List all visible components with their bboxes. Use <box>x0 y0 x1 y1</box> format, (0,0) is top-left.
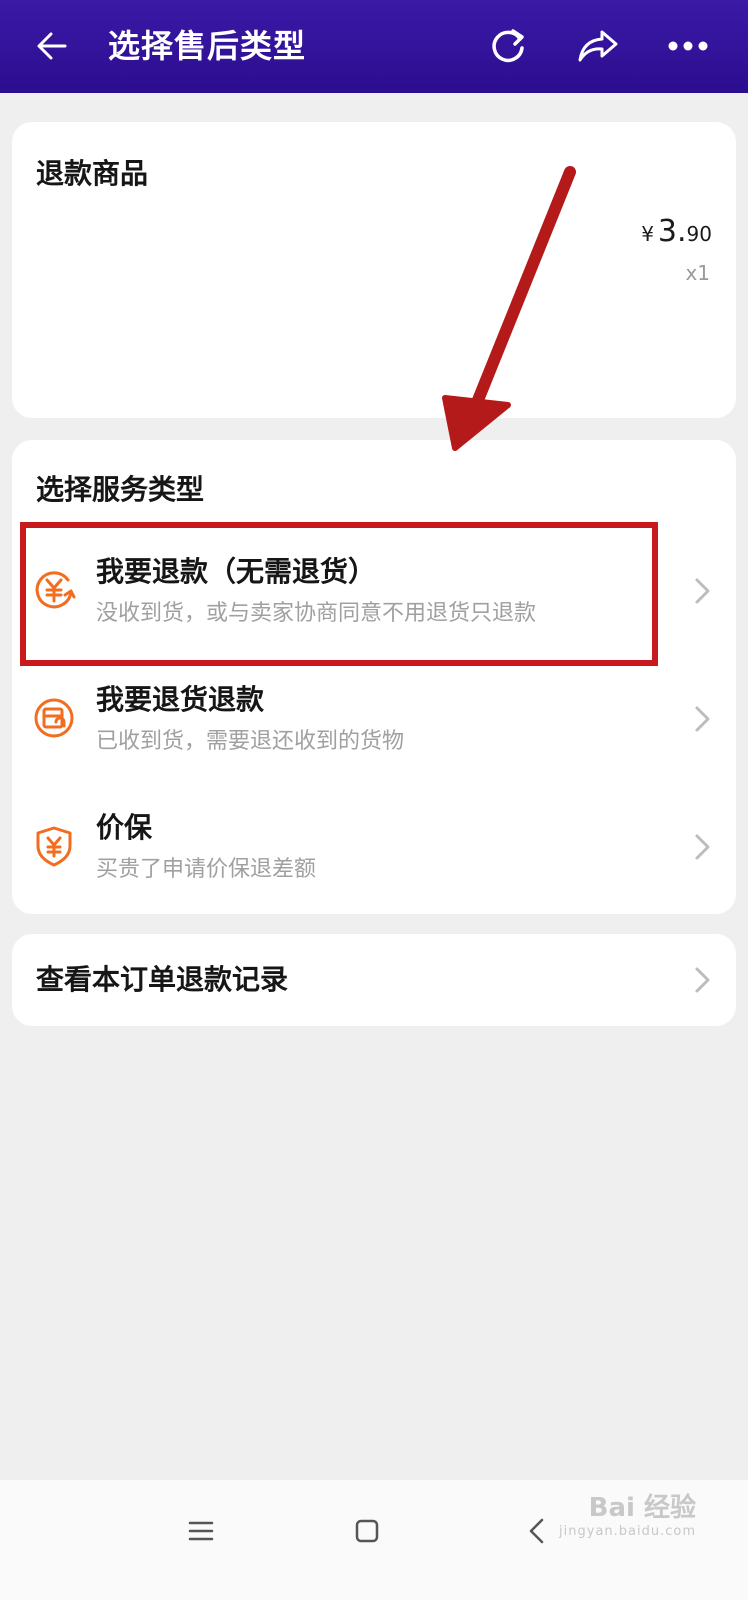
service-type-card: 选择服务类型 我要退款（无需退货） 没收到货，或与卖家协商同意不用退货只退款 我… <box>12 440 736 914</box>
return-goods-icon <box>34 698 74 738</box>
option-title: 我要退货退款 <box>96 683 265 716</box>
option-description: 没收到货，或与卖家协商同意不用退货只退款 <box>96 601 537 626</box>
price-symbol: ¥ <box>641 222 654 246</box>
refund-records-label: 查看本订单退款记录 <box>36 963 289 996</box>
watermark-url: jingyan.baidu.com <box>559 1524 696 1539</box>
system-back-button[interactable] <box>512 1506 562 1556</box>
watermark-text: Bai 经验 <box>588 1493 696 1523</box>
refresh-button[interactable] <box>484 22 532 70</box>
more-button[interactable] <box>664 22 712 70</box>
chevron-right-icon <box>695 834 710 860</box>
chevron-left-icon <box>529 1518 544 1544</box>
square-home-icon <box>355 1519 379 1543</box>
refund-records-row[interactable]: 查看本订单退款记录 <box>12 934 736 1026</box>
option-price-protection[interactable]: 价保 买贵了申请价保退差额 <box>12 788 736 906</box>
option-description: 已收到货，需要退还收到的货物 <box>96 729 405 754</box>
option-refund-only[interactable]: 我要退款（无需退货） 没收到货，或与卖家协商同意不用退货只退款 <box>12 532 736 650</box>
option-title: 价保 <box>96 811 153 844</box>
back-arrow-icon <box>37 32 67 60</box>
service-type-title: 选择服务类型 <box>36 473 205 506</box>
page-title: 选择售后类型 <box>108 27 307 65</box>
price-decimal: 90 <box>686 222 712 246</box>
recent-apps-button[interactable] <box>176 1506 226 1556</box>
product-quantity: x1 <box>685 261 710 285</box>
home-button[interactable] <box>342 1506 392 1556</box>
chevron-right-icon <box>695 578 710 604</box>
top-app-bar: 选择售后类型 <box>0 0 748 93</box>
product-price: ¥3.90 <box>641 212 712 256</box>
option-title: 我要退款（无需退货） <box>96 555 377 588</box>
more-icon <box>668 41 708 51</box>
chevron-right-icon <box>695 706 710 732</box>
share-icon <box>578 30 618 62</box>
yuan-refund-icon <box>35 571 76 609</box>
refresh-icon <box>492 29 524 63</box>
option-description: 买贵了申请价保退差额 <box>96 857 317 882</box>
price-protection-shield-icon <box>36 826 72 867</box>
chevron-right-icon <box>695 967 710 993</box>
refund-product-card: 退款商品 ¥3.90 x1 <box>12 122 736 418</box>
refund-product-title: 退款商品 <box>36 157 149 190</box>
baidu-jingyan-watermark: Bai 经验 jingyan.baidu.com <box>559 1492 696 1540</box>
option-return-and-refund[interactable]: 我要退货退款 已收到货，需要退还收到的货物 <box>12 660 736 778</box>
back-button[interactable] <box>28 22 76 70</box>
menu-lines-icon <box>188 1521 214 1541</box>
price-integer: 3. <box>657 214 687 249</box>
share-button[interactable] <box>574 22 622 70</box>
